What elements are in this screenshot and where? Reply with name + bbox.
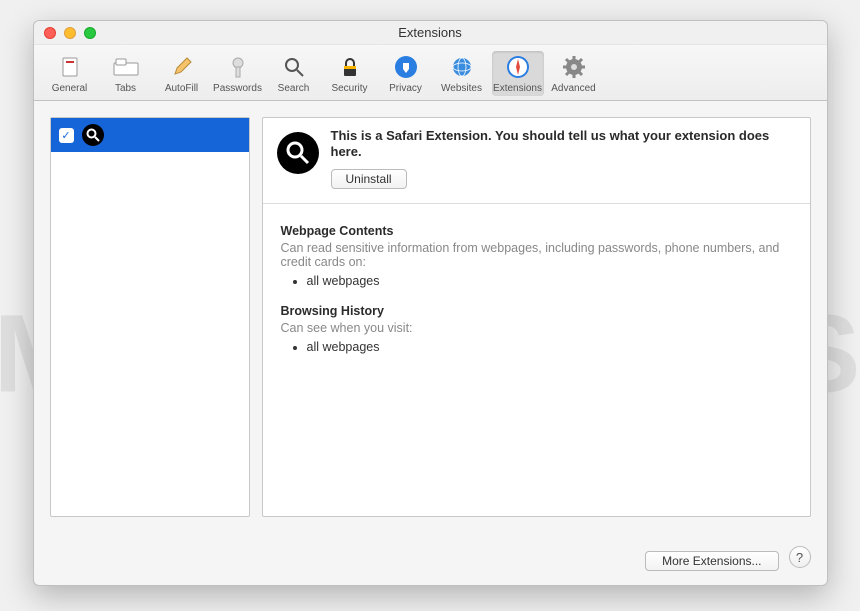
help-button[interactable]: ?: [789, 546, 811, 568]
general-icon: [56, 53, 84, 81]
tab-label: Search: [278, 83, 310, 94]
content-area: ✓ This is a Safari Extension. You should…: [34, 101, 827, 533]
tab-autofill[interactable]: AutoFill: [156, 51, 208, 96]
window-titlebar: Extensions: [34, 21, 827, 45]
tab-label: Tabs: [115, 83, 136, 94]
detail-text-block: This is a Safari Extension. You should t…: [331, 128, 796, 189]
permission-item: all webpages: [307, 340, 792, 354]
window-footer: More Extensions... ?: [34, 533, 827, 585]
more-extensions-button[interactable]: More Extensions...: [645, 551, 778, 571]
detail-header: This is a Safari Extension. You should t…: [263, 118, 810, 204]
tab-search[interactable]: Search: [268, 51, 320, 96]
tab-label: Websites: [441, 83, 482, 94]
hand-icon: [392, 53, 420, 81]
tab-passwords[interactable]: Passwords: [212, 51, 264, 96]
tab-general[interactable]: General: [44, 51, 96, 96]
tab-extensions[interactable]: Extensions: [492, 51, 544, 96]
preferences-window: Extensions General Tabs AutoFill Passwor…: [33, 20, 828, 586]
permission-list: all webpages: [281, 274, 792, 288]
search-icon: [82, 124, 104, 146]
globe-icon: [448, 53, 476, 81]
tab-label: Privacy: [389, 83, 422, 94]
tab-websites[interactable]: Websites: [436, 51, 488, 96]
tab-label: Advanced: [551, 83, 595, 94]
permission-list: all webpages: [281, 340, 792, 354]
tab-label: Security: [331, 83, 367, 94]
permission-description: Can read sensitive information from webp…: [281, 241, 792, 269]
lock-icon: [336, 53, 364, 81]
uninstall-button[interactable]: Uninstall: [331, 169, 407, 189]
tab-advanced[interactable]: Advanced: [548, 51, 600, 96]
permission-item: all webpages: [307, 274, 792, 288]
preferences-toolbar: General Tabs AutoFill Passwords Search: [34, 45, 827, 101]
key-icon: [224, 53, 252, 81]
extension-enable-checkbox[interactable]: ✓: [59, 128, 74, 143]
tabs-icon: [112, 53, 140, 81]
permission-description: Can see when you visit:: [281, 321, 792, 335]
tab-privacy[interactable]: Privacy: [380, 51, 432, 96]
tab-label: General: [52, 83, 88, 94]
tab-security[interactable]: Security: [324, 51, 376, 96]
pencil-icon: [168, 53, 196, 81]
permission-title: Browsing History: [281, 304, 792, 318]
gear-icon: [560, 53, 588, 81]
extension-description: This is a Safari Extension. You should t…: [331, 128, 796, 161]
tab-tabs[interactable]: Tabs: [100, 51, 152, 96]
search-icon: [277, 132, 319, 174]
extension-list-item[interactable]: ✓: [51, 118, 249, 152]
tab-label: Extensions: [493, 83, 542, 94]
extensions-sidebar: ✓: [50, 117, 250, 517]
window-title: Extensions: [34, 25, 827, 40]
tab-label: Passwords: [213, 83, 262, 94]
compass-icon: [504, 53, 532, 81]
search-icon: [280, 53, 308, 81]
permission-title: Webpage Contents: [281, 224, 792, 238]
permissions-section: Webpage Contents Can read sensitive info…: [263, 204, 810, 390]
extension-detail-panel: This is a Safari Extension. You should t…: [262, 117, 811, 517]
tab-label: AutoFill: [165, 83, 198, 94]
